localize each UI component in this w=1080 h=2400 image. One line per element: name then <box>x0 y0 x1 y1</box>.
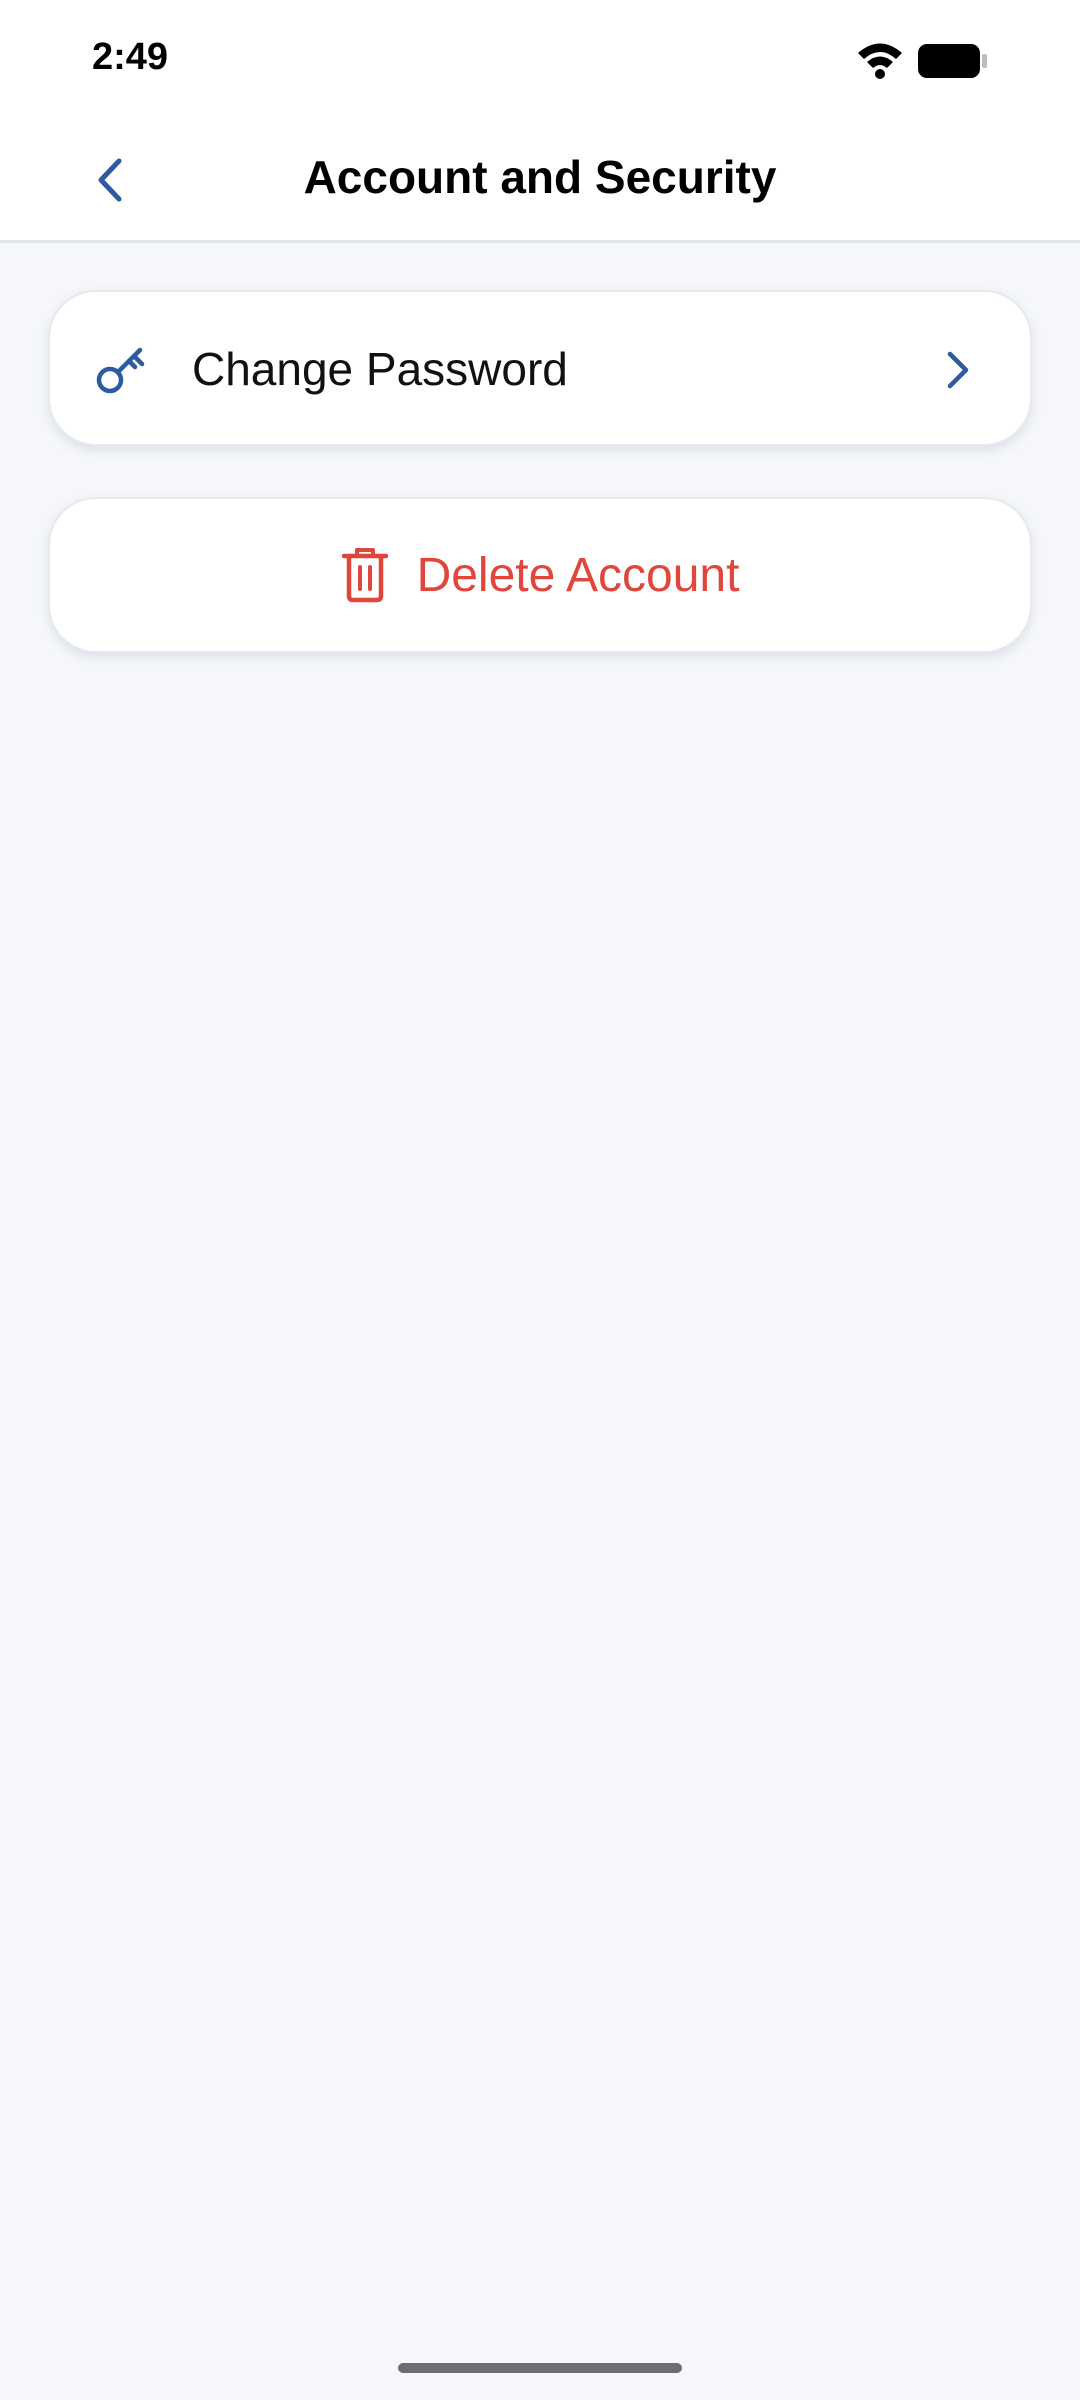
change-password-button[interactable]: Change Password <box>48 290 1032 446</box>
wifi-icon <box>858 43 902 79</box>
key-icon <box>96 347 145 394</box>
status-bar: 2:49 <box>0 0 1080 120</box>
chevron-right-icon <box>947 351 969 389</box>
delete-account-content: Delete Account <box>341 547 740 603</box>
delete-account-button[interactable]: Delete Account <box>48 497 1032 653</box>
status-time: 2:49 <box>92 36 169 78</box>
page-title: Account and Security <box>303 151 777 203</box>
app-header: Account and Security <box>0 120 1080 243</box>
trash-icon <box>341 548 388 603</box>
change-password-label: Change Password <box>192 343 568 395</box>
home-indicator[interactable] <box>398 2363 682 2373</box>
delete-account-label: Delete Account <box>416 548 740 602</box>
battery-icon <box>918 44 987 78</box>
